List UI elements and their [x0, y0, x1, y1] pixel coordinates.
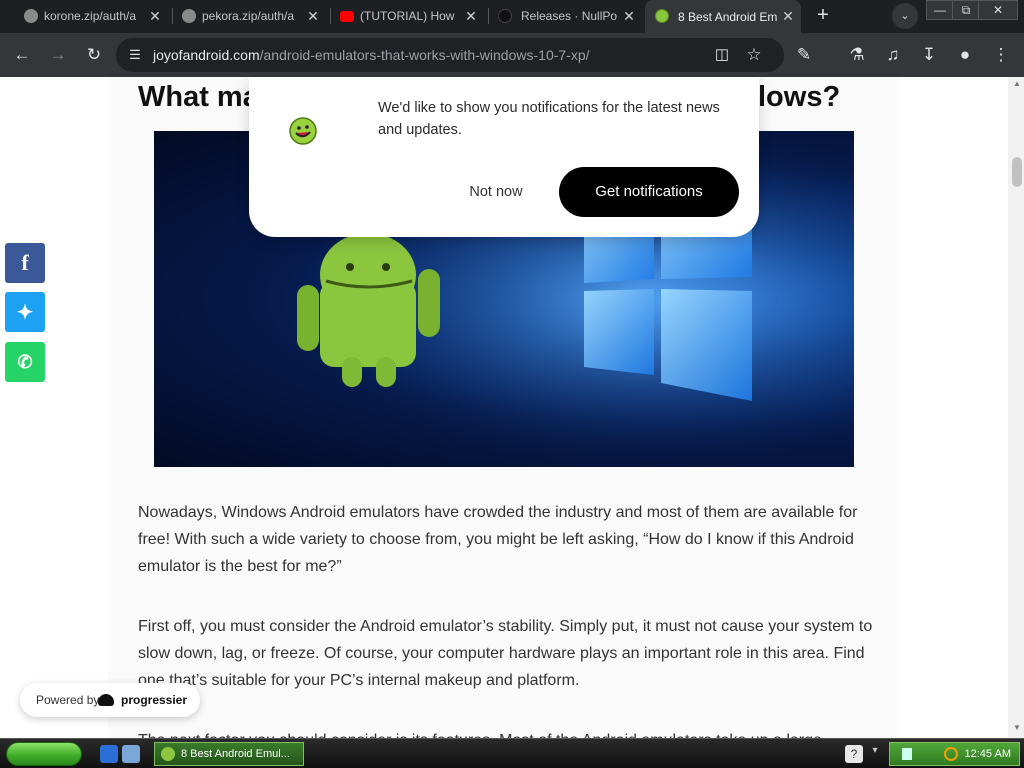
url-host: joyofandroid.com — [153, 47, 260, 63]
site-smiley-logo-icon — [289, 117, 317, 145]
paragraph-stability: First off, you must consider the Android… — [138, 618, 873, 689]
close-window-button[interactable]: ✕ — [978, 0, 1018, 20]
close-icon[interactable]: ✕ — [462, 7, 480, 25]
youtube-icon — [340, 11, 354, 22]
help-icon[interactable]: ? — [845, 745, 863, 763]
start-button[interactable] — [6, 742, 82, 766]
site-info-icon[interactable]: ☰ — [123, 43, 147, 67]
scroll-up-icon[interactable]: ▲ — [1012, 79, 1022, 88]
article-heading-start: What ma — [138, 81, 259, 113]
powered-by-label: Powered by — [36, 693, 100, 707]
labs-flask-icon[interactable]: ⚗ — [845, 43, 869, 67]
reload-icon[interactable]: ↻ — [82, 43, 106, 67]
facebook-icon: f — [21, 250, 29, 275]
chrome-window-icon — [161, 747, 175, 761]
internet-explorer-icon[interactable] — [100, 745, 118, 763]
restore-button[interactable]: ⧉ — [952, 0, 980, 20]
taskbar-window-button[interactable]: 8 Best Android Emul... — [154, 742, 304, 766]
paragraph-intro: Nowadays, Windows Android emulators have… — [138, 504, 858, 575]
scroll-down-icon[interactable]: ▼ — [1012, 723, 1022, 732]
close-icon[interactable]: ✕ — [779, 7, 797, 25]
paragraph-features: The next factor you should consider is i… — [138, 727, 878, 738]
scrollbar-thumb[interactable] — [1012, 157, 1022, 187]
globe-icon — [182, 9, 196, 23]
page-content: What ma lows? Nowadays, Windows Android … — [0, 77, 1008, 738]
url-text[interactable]: joyofandroid.com/android-emulators-that-… — [153, 47, 590, 63]
tab-best-android[interactable]: 8 Best Android Em ✕ — [645, 0, 801, 33]
whatsapp-share-button[interactable]: ✆ — [5, 342, 45, 382]
address-bar[interactable]: ☰ joyofandroid.com/android-emulators-tha… — [116, 38, 784, 72]
bookmark-star-icon[interactable]: ☆ — [742, 43, 766, 67]
tab-korone[interactable]: korone.zip/auth/a ✕ — [20, 3, 168, 29]
install-app-icon[interactable]: ◫ — [710, 43, 734, 67]
download-icon[interactable]: ↧ — [917, 43, 941, 67]
clock-time[interactable]: 12:45 AM — [965, 743, 1011, 765]
extensions-icon[interactable]: ✎ — [792, 43, 816, 67]
globe-icon — [24, 9, 38, 23]
twitter-icon: ✦ — [16, 301, 34, 324]
notification-prompt: We'd like to show you notifications for … — [249, 77, 759, 237]
facebook-share-button[interactable]: f — [5, 243, 45, 283]
tray-expand-icon[interactable]: ▾ — [866, 745, 884, 763]
close-icon[interactable]: ✕ — [620, 7, 638, 25]
smiley-icon — [655, 9, 669, 23]
profile-icon[interactable]: ● — [953, 43, 977, 67]
github-icon — [498, 9, 512, 23]
forward-icon[interactable]: → — [46, 43, 70, 67]
progressier-logo-icon — [98, 694, 114, 706]
close-icon[interactable]: ✕ — [146, 7, 164, 25]
menu-kebab-icon[interactable]: ⋮ — [989, 43, 1013, 67]
browser-toolbar: ← → ↻ ☰ joyofandroid.com/android-emulato… — [0, 33, 1024, 77]
twitter-share-button[interactable]: ✦ — [5, 292, 45, 332]
show-desktop-icon[interactable] — [122, 745, 140, 763]
whatsapp-icon: ✆ — [17, 351, 33, 372]
tab-strip: korone.zip/auth/a ✕ pekora.zip/auth/a ✕ … — [0, 0, 1024, 33]
powered-by-badge[interactable]: Powered by progressier — [20, 683, 200, 717]
close-icon[interactable]: ✕ — [304, 7, 322, 25]
system-tray: 12:45 AM — [889, 742, 1020, 766]
tab-pekora[interactable]: pekora.zip/auth/a ✕ — [178, 3, 326, 29]
new-tab-button[interactable]: + — [812, 4, 834, 26]
tab-releases[interactable]: Releases · NullPo ✕ — [494, 3, 642, 29]
media-controls-icon[interactable]: ♫ — [881, 43, 905, 67]
url-path: /android-emulators-that-works-with-windo… — [259, 47, 590, 63]
article-heading-end: lows? — [758, 81, 841, 113]
notification-message: We'd like to show you notifications for … — [378, 100, 720, 138]
taskbar-window-title: 8 Best Android Emul... — [181, 748, 290, 760]
get-notifications-button[interactable]: Get notifications — [559, 167, 739, 217]
os-taskbar: 8 Best Android Emul... ? ▾ 12:45 AM — [0, 738, 1024, 768]
back-icon[interactable]: ← — [10, 43, 34, 67]
page-scrollbar[interactable]: ▲ ▼ — [1008, 77, 1024, 738]
tab-tutorial[interactable]: (TUTORIAL) How ✕ — [336, 3, 484, 29]
network-icon[interactable] — [902, 748, 912, 760]
minimize-button[interactable]: — — [926, 0, 954, 20]
powered-by-brand: progressier — [121, 693, 188, 707]
not-now-button[interactable]: Not now — [454, 177, 538, 207]
tab-search-button[interactable]: ⌄ — [892, 3, 918, 29]
search-tray-icon[interactable] — [944, 747, 958, 761]
